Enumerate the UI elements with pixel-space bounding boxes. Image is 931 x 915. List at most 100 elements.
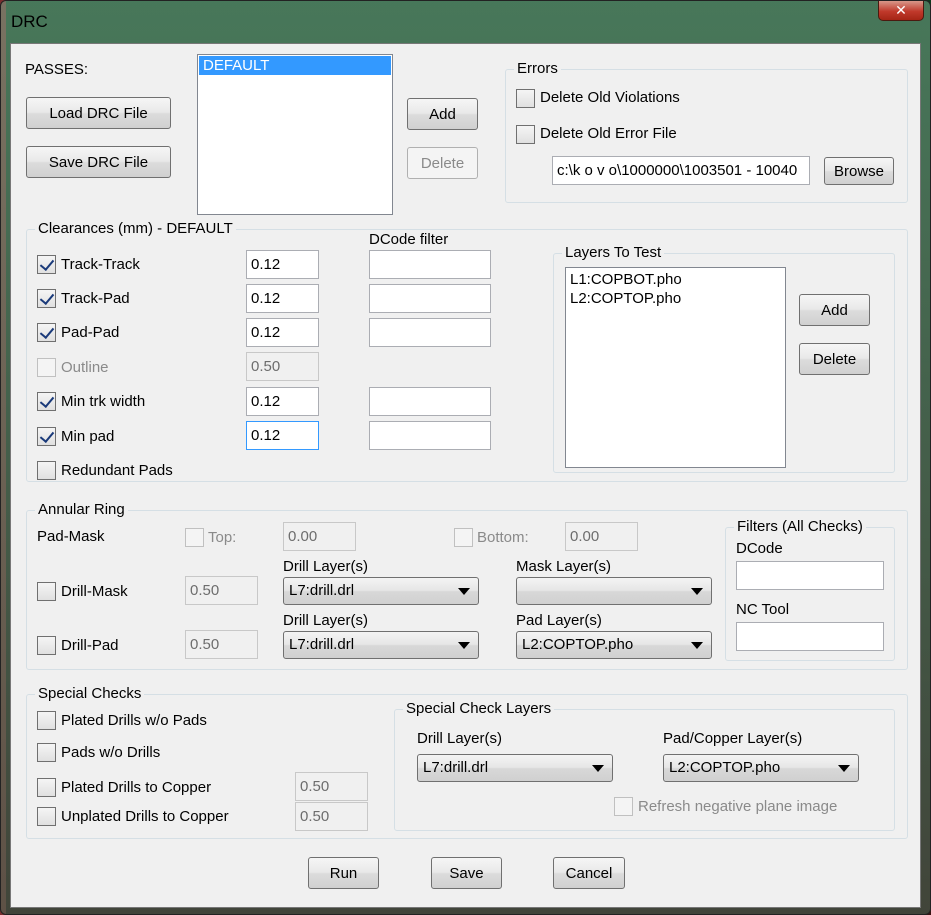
pad-layer-label: Pad Layer(s) xyxy=(516,612,602,629)
min-trk-width-checkbox[interactable] xyxy=(37,392,56,411)
drill-mask-value[interactable]: 0.50 xyxy=(185,576,258,605)
add-layer-button[interactable]: Add xyxy=(799,294,870,326)
save-drc-file-button[interactable]: Save DRC File xyxy=(26,146,171,178)
track-pad-dcode[interactable] xyxy=(369,284,491,313)
passes-listbox[interactable]: DEFAULT xyxy=(197,54,393,215)
annular-ring-title: Annular Ring xyxy=(35,501,128,519)
drill-mask-drill-layer-select[interactable]: L7:drill.drl xyxy=(283,577,479,605)
delete-old-violations-checkbox[interactable] xyxy=(516,89,535,108)
outline-checkbox[interactable] xyxy=(37,358,56,377)
outline-label: Outline xyxy=(61,359,109,376)
close-icon: ✕ xyxy=(895,2,907,18)
plated-drills-wo-pads-label: Plated Drills w/o Pads xyxy=(61,712,207,729)
special-drill-layer-select[interactable]: L7:drill.drl xyxy=(417,754,613,782)
add-pass-button[interactable]: Add xyxy=(407,98,478,130)
min-trk-width-dcode[interactable] xyxy=(369,387,491,416)
dialog-window: DRC ✕ PASSES: Load DRC File Save DRC Fil… xyxy=(0,0,931,915)
min-pad-dcode[interactable] xyxy=(369,421,491,450)
pad-mask-label: Pad-Mask xyxy=(37,528,105,545)
load-drc-file-button[interactable]: Load DRC File xyxy=(26,97,171,129)
browse-button[interactable]: Browse xyxy=(824,157,894,185)
pad-pad-value[interactable]: 0.12 xyxy=(246,318,319,347)
passes-list-item[interactable]: DEFAULT xyxy=(199,56,391,75)
mask-layer-select[interactable] xyxy=(516,577,712,605)
save-button[interactable]: Save xyxy=(431,857,502,889)
special-check-layers-title: Special Check Layers xyxy=(403,700,555,718)
redundant-pads-checkbox[interactable] xyxy=(37,461,56,480)
passes-label: PASSES: xyxy=(25,61,89,78)
pad-mask-top-checkbox[interactable] xyxy=(185,528,204,547)
min-pad-label: Min pad xyxy=(61,428,115,445)
pad-mask-top-value[interactable]: 0.00 xyxy=(283,522,356,551)
pad-mask-bottom-value[interactable]: 0.00 xyxy=(565,522,638,551)
min-pad-value[interactable]: 0.12 xyxy=(246,421,319,450)
drill-pad-value[interactable]: 0.50 xyxy=(185,630,258,659)
delete-pass-button[interactable]: Delete xyxy=(407,147,478,179)
drill-pad-drill-layer-label: Drill Layer(s) xyxy=(283,612,369,629)
delete-old-error-file-label: Delete Old Error File xyxy=(540,125,677,142)
delete-old-violations-label: Delete Old Violations xyxy=(540,89,680,106)
chevron-down-icon xyxy=(458,588,470,595)
pad-copper-layer-select[interactable]: L2:COPTOP.pho xyxy=(663,754,859,782)
special-drill-layer-value: L7:drill.drl xyxy=(423,759,489,776)
layers-list-item[interactable]: L2:COPTOP.pho xyxy=(566,289,785,308)
layers-to-test-title: Layers To Test xyxy=(562,244,665,262)
drill-pad-checkbox[interactable] xyxy=(37,636,56,655)
dcode-filter-label: DCode filter xyxy=(369,231,449,248)
plated-drills-to-copper-value[interactable]: 0.50 xyxy=(295,772,368,801)
chevron-down-icon xyxy=(838,765,850,772)
min-trk-width-value[interactable]: 0.12 xyxy=(246,387,319,416)
plated-drills-to-copper-checkbox[interactable] xyxy=(37,778,56,797)
nc-tool-field[interactable] xyxy=(736,622,884,651)
mask-layer-label: Mask Layer(s) xyxy=(516,558,612,575)
filters-dcode-field[interactable] xyxy=(736,561,884,590)
refresh-negative-plane-label: Refresh negative plane image xyxy=(638,798,838,815)
unplated-drills-to-copper-value[interactable]: 0.50 xyxy=(295,802,368,831)
track-track-label: Track-Track xyxy=(61,256,140,273)
track-track-checkbox[interactable] xyxy=(37,255,56,274)
pad-mask-bottom-checkbox[interactable] xyxy=(454,528,473,547)
drill-pad-drill-layer-select[interactable]: L7:drill.drl xyxy=(283,631,479,659)
pad-copper-layer-value: L2:COPTOP.pho xyxy=(669,759,781,776)
delete-layer-button[interactable]: Delete xyxy=(799,343,870,375)
min-pad-checkbox[interactable] xyxy=(37,427,56,446)
error-file-path-field[interactable]: c:\k o v o\1000000\1003501 - 10040 xyxy=(552,156,810,185)
pad-pad-label: Pad-Pad xyxy=(61,324,120,341)
pad-mask-bottom-label: Bottom: xyxy=(477,529,529,546)
special-checks-title: Special Checks xyxy=(35,685,145,703)
track-track-dcode[interactable] xyxy=(369,250,491,279)
refresh-negative-plane-checkbox[interactable] xyxy=(614,797,633,816)
layers-list-item[interactable]: L1:COPBOT.pho xyxy=(566,270,785,289)
drill-mask-drill-layer-value: L7:drill.drl xyxy=(289,582,355,599)
cancel-button[interactable]: Cancel xyxy=(553,857,625,889)
pad-layer-select[interactable]: L2:COPTOP.pho xyxy=(516,631,712,659)
plated-drills-wo-pads-checkbox[interactable] xyxy=(37,711,56,730)
drill-mask-label: Drill-Mask xyxy=(61,583,128,600)
pads-wo-drills-checkbox[interactable] xyxy=(37,743,56,762)
chevron-down-icon xyxy=(458,642,470,649)
pad-mask-top-label: Top: xyxy=(208,529,237,546)
pad-pad-dcode[interactable] xyxy=(369,318,491,347)
unplated-drills-to-copper-label: Unplated Drills to Copper xyxy=(61,808,229,825)
filters-title: Filters (All Checks) xyxy=(734,518,866,536)
unplated-drills-to-copper-checkbox[interactable] xyxy=(37,807,56,826)
track-pad-checkbox[interactable] xyxy=(37,289,56,308)
track-track-value[interactable]: 0.12 xyxy=(246,250,319,279)
filters-dcode-label: DCode xyxy=(736,540,783,557)
run-button[interactable]: Run xyxy=(308,857,379,889)
nc-tool-label: NC Tool xyxy=(736,601,790,618)
errors-title: Errors xyxy=(514,60,561,78)
pad-pad-checkbox[interactable] xyxy=(37,323,56,342)
drill-mask-checkbox[interactable] xyxy=(37,582,56,601)
dialog-client-area: PASSES: Load DRC File Save DRC File DEFA… xyxy=(10,43,921,908)
outline-value[interactable]: 0.50 xyxy=(246,352,319,381)
track-pad-value[interactable]: 0.12 xyxy=(246,284,319,313)
special-drill-layer-label: Drill Layer(s) xyxy=(417,730,503,747)
delete-old-error-file-checkbox[interactable] xyxy=(516,125,535,144)
redundant-pads-label: Redundant Pads xyxy=(61,462,173,479)
layers-to-test-listbox[interactable]: L1:COPBOT.pho L2:COPTOP.pho xyxy=(565,267,786,468)
pads-wo-drills-label: Pads w/o Drills xyxy=(61,744,161,761)
close-button[interactable]: ✕ xyxy=(878,1,924,21)
pad-layer-value: L2:COPTOP.pho xyxy=(522,636,634,653)
drill-pad-drill-layer-value: L7:drill.drl xyxy=(289,636,355,653)
